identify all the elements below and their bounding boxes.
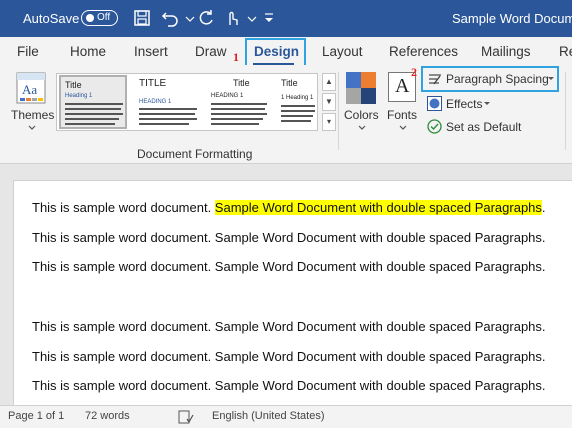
paragraph-tail: . <box>541 200 546 215</box>
thumb-text-line <box>65 123 115 125</box>
thumb-title: TITLE <box>139 78 167 89</box>
step-marker-2: 2 <box>411 65 417 79</box>
thumb-text-line <box>65 118 119 120</box>
style-thumb-3[interactable]: Title HEADING 1 <box>207 75 271 129</box>
effects-label: Effects <box>446 97 483 111</box>
tab-mailings[interactable]: Mailings <box>481 44 531 59</box>
thumb-text-line <box>281 110 315 112</box>
thumb-title: Title <box>281 78 298 88</box>
thumb-heading: 1 Heading 1 <box>281 95 314 101</box>
thumb-text-line <box>281 115 313 117</box>
chevron-down-icon <box>358 125 366 130</box>
themes-button[interactable]: Aa Themes <box>8 70 54 136</box>
thumb-text-line <box>211 103 267 105</box>
undo-icon[interactable] <box>160 8 180 28</box>
redo-icon[interactable] <box>196 8 216 28</box>
gallery-scroll-down[interactable]: ▼ <box>322 93 336 111</box>
group-separator <box>338 72 339 150</box>
document-title: Sample Word Document <box>452 11 572 26</box>
thumb-text-line <box>211 123 259 125</box>
tab-layout[interactable]: Layout <box>322 44 363 59</box>
paragraph[interactable]: This is sample word document. Sample Wor… <box>32 349 546 364</box>
colors-button[interactable]: Colors <box>342 70 382 136</box>
paragraph[interactable]: This is sample word document. Sample Wor… <box>32 230 546 245</box>
gallery-more[interactable]: ▾ <box>322 113 336 131</box>
set-as-default-button[interactable]: Set as Default <box>426 117 526 137</box>
paragraph-text: This is sample word document. <box>32 200 215 215</box>
themes-glyph: Aa <box>22 82 38 97</box>
tab-home[interactable]: Home <box>70 44 106 59</box>
thumb-title: Title <box>65 80 82 90</box>
autosave-label: AutoSave <box>23 11 80 26</box>
fonts-glyph: A <box>395 75 410 97</box>
gallery-scroll-up[interactable]: ▲ <box>322 73 336 91</box>
save-icon[interactable] <box>132 8 152 28</box>
thumb-text-line <box>65 103 123 105</box>
set-as-default-label: Set as Default <box>446 120 522 134</box>
thumb-text-line <box>65 108 121 110</box>
style-thumb-default[interactable]: Title Heading 1 <box>59 75 127 129</box>
thumb-heading: HEADING 1 <box>139 99 172 105</box>
page-count[interactable]: Page 1 of 1 <box>8 410 64 422</box>
thumb-heading: Heading 1 <box>65 93 93 99</box>
tab-file[interactable]: File <box>17 44 39 59</box>
paragraph[interactable]: This is sample word document. Sample Wor… <box>32 378 546 393</box>
paragraph[interactable]: This is sample word document. Sample Wor… <box>32 259 546 274</box>
thumb-text-line <box>139 113 195 115</box>
thumb-text-line <box>281 105 315 107</box>
style-set-gallery: Title Heading 1 TITLE HEADING 1 Title HE… <box>56 73 318 131</box>
thumb-text-line <box>211 118 263 120</box>
step-marker-1: 1 <box>233 50 239 64</box>
proofing-icon[interactable] <box>178 410 194 424</box>
highlighted-text: Sample Word Document with double spaced … <box>214 200 542 215</box>
thumb-text-line <box>281 120 311 122</box>
tab-references[interactable]: References <box>389 44 458 59</box>
chevron-down-icon <box>484 102 490 105</box>
word-window: AutoSave Off Sample Word Docum File Home… <box>0 0 572 428</box>
paragraph-text: This is sample word document. Sample Wor… <box>32 230 546 245</box>
thumb-text-line <box>139 118 197 120</box>
paragraph[interactable]: This is sample word document. Sample Wor… <box>32 319 546 334</box>
effects-icon <box>427 96 442 111</box>
thumb-text-line <box>211 108 265 110</box>
customize-toolbar-icon[interactable] <box>259 8 279 28</box>
thumb-title: Title <box>233 78 250 88</box>
paragraph-text: This is sample word document. Sample Wor… <box>32 259 546 274</box>
thumb-text-line <box>211 113 267 115</box>
checkmark-icon <box>427 119 442 134</box>
chevron-down-icon <box>399 125 407 130</box>
tab-draw[interactable]: Draw <box>195 44 227 59</box>
word-count[interactable]: 72 words <box>85 410 130 422</box>
paragraph-text: This is sample word document. Sample Wor… <box>32 349 546 364</box>
paragraph-text: This is sample word document. Sample Wor… <box>32 378 546 393</box>
title-bar: AutoSave Off Sample Word Docum <box>0 0 572 37</box>
document-formatting-label: Document Formatting <box>137 147 253 161</box>
status-bar: Page 1 of 1 72 words English (United Sta… <box>0 405 572 428</box>
colors-label: Colors <box>344 108 379 122</box>
paragraph-text: This is sample word document. Sample Wor… <box>32 319 546 334</box>
gallery-scroll: ▲ ▼ ▾ <box>322 73 338 131</box>
tab-insert[interactable]: Insert <box>134 44 168 59</box>
thumb-text-line <box>139 123 189 125</box>
paragraph[interactable]: This is sample word document. Sample Wor… <box>32 200 546 215</box>
touch-mode-icon[interactable] <box>222 8 242 28</box>
themes-label: Themes <box>11 108 55 122</box>
toggle-knob <box>86 14 94 22</box>
thumb-text-line <box>139 108 197 110</box>
group-separator <box>565 72 566 150</box>
style-thumb-4[interactable]: Title 1 Heading 1 <box>277 75 317 129</box>
colors-icon <box>346 72 376 104</box>
tab-review[interactable]: Re <box>559 44 572 59</box>
effects-button[interactable]: Effects <box>426 94 496 114</box>
style-thumb-2[interactable]: TITLE HEADING 1 <box>135 75 201 129</box>
language-indicator[interactable]: English (United States) <box>212 410 325 422</box>
autosave-toggle[interactable]: Off <box>81 10 118 26</box>
paragraph-spacing-highlight <box>421 66 559 92</box>
fonts-label: Fonts <box>387 108 418 122</box>
chevron-down-icon <box>28 125 36 130</box>
thumb-text-line <box>65 113 123 115</box>
thumb-heading: HEADING 1 <box>211 93 244 99</box>
autosave-state: Off <box>97 12 111 23</box>
